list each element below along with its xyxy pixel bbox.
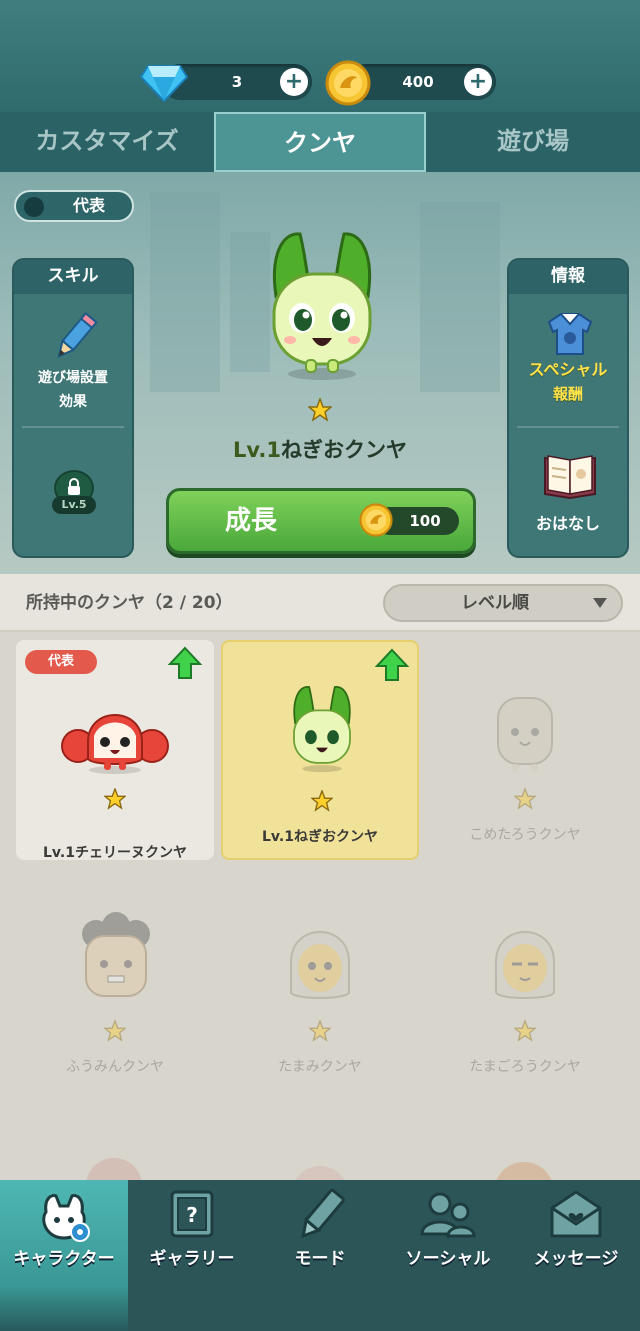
unlock-level-badge: Lv.5 xyxy=(52,496,96,514)
panel-divider xyxy=(22,426,124,428)
pencil-icon[interactable] xyxy=(52,310,98,364)
locked-skill-slot[interactable]: Lv.5 xyxy=(52,470,96,516)
storybook-icon[interactable] xyxy=(541,452,599,502)
upgrade-arrow-icon xyxy=(375,648,409,681)
toggle-knob xyxy=(24,197,44,217)
nav-mode-label: モード xyxy=(294,1249,346,1269)
nav-gallery-label: ギャラリー xyxy=(149,1249,235,1269)
fuumin-kunya-character xyxy=(82,912,150,997)
panel-divider xyxy=(517,426,619,428)
currency-bar: 3 + 400 + xyxy=(0,0,640,112)
coin-icon xyxy=(325,60,371,106)
star-icon xyxy=(514,1020,536,1042)
character-card[interactable]: Lv.1ねぎおクンヤ xyxy=(221,640,419,860)
story-label: おはなし xyxy=(535,514,600,533)
nav-character[interactable]: キャラクター xyxy=(0,1180,128,1331)
next-row-character-peek xyxy=(292,1166,348,1180)
add-gems-button[interactable]: + xyxy=(280,68,308,96)
info-panel-title: 情報 xyxy=(509,260,627,294)
character-card[interactable]: たまみクンヤ xyxy=(221,872,419,1092)
info-panel: 情報 スペシャル 報酬 おはなし xyxy=(507,258,629,558)
character-level-name: Lv.1ねぎおクンヤ xyxy=(160,434,480,464)
people-icon xyxy=(420,1192,476,1238)
next-row-character-peek xyxy=(86,1158,142,1180)
skill-panel: スキル 遊び場設置 効果 Lv.5 xyxy=(12,258,134,558)
character-card-name: Lv.1ねぎおクンヤ xyxy=(262,829,378,845)
envelope-icon xyxy=(550,1190,602,1238)
gallery-icon: ? xyxy=(170,1190,214,1238)
star-icon xyxy=(308,398,332,422)
gem-count: 3 xyxy=(231,73,243,91)
sort-label: レベル順 xyxy=(461,593,529,613)
diamond-icon xyxy=(140,65,188,102)
character-card-name: たまごろうクンヤ xyxy=(469,1059,581,1075)
tamagorou-kunya-character xyxy=(495,931,555,999)
grow-cost-value: 100 xyxy=(409,512,441,530)
negio-kunya-character xyxy=(293,686,351,773)
character-card[interactable]: 代表 Lv.1チェリーヌクンヤ xyxy=(16,640,214,861)
representative-toggle[interactable]: 代表 xyxy=(14,190,134,222)
nav-character-label: キャラクター xyxy=(13,1249,115,1269)
representative-badge: 代表 xyxy=(25,650,97,674)
cherry-kunya-character xyxy=(61,714,169,774)
star-icon xyxy=(311,790,333,812)
upgrade-arrow-icon xyxy=(168,646,202,679)
nav-social-label: ソーシャル xyxy=(405,1249,491,1269)
star-icon xyxy=(104,1020,126,1042)
bottom-navigation: キャラクター ? ギャラリー モード ソーシャル メッセージ xyxy=(0,1180,640,1331)
main-tabs: カスタマイズ クンヤ 遊び場 xyxy=(0,112,640,172)
skill-label-line2: 効果 xyxy=(59,394,87,410)
skill-panel-title: スキル xyxy=(14,260,132,294)
character-card-name: こめたろうクンヤ xyxy=(469,827,581,843)
owned-count-label: 所持中のクンヤ（2 / 20） xyxy=(26,593,233,613)
star-icon xyxy=(309,1020,331,1042)
character-level: Lv.1 xyxy=(233,438,281,462)
special-reward-icon[interactable] xyxy=(543,310,597,356)
pencil-icon xyxy=(301,1188,345,1239)
tamami-kunya-character xyxy=(290,931,350,999)
character-name: ねぎおクンヤ xyxy=(280,438,407,462)
character-icon xyxy=(42,1194,90,1242)
character-grid: 代表 Lv.1チェリーヌクンヤ Lv.1ねぎおクンヤ こめたろうクンヤ ふうみん… xyxy=(0,632,640,1180)
special-reward-line1: スペシャル xyxy=(528,360,608,379)
coin-icon xyxy=(359,503,393,537)
tab-kunya[interactable]: クンヤ xyxy=(214,112,426,172)
next-row-character-peek xyxy=(494,1162,554,1180)
nav-social[interactable]: ソーシャル xyxy=(384,1180,512,1331)
star-icon xyxy=(104,788,126,810)
character-stage: 代表 スキル 遊び場設置 効果 Lv.5 情報 スペシャル 報酬 おはなし Lv… xyxy=(0,172,640,574)
add-coins-button[interactable]: + xyxy=(464,68,492,96)
character-card[interactable]: ふうみんクンヤ xyxy=(16,872,214,1092)
kometarou-kunya-character xyxy=(497,697,553,772)
grow-label: 成長 xyxy=(225,506,278,536)
sort-dropdown[interactable]: レベル順 xyxy=(383,584,623,622)
character-card[interactable]: たまごろうクンヤ xyxy=(426,872,624,1092)
nav-mode[interactable]: モード xyxy=(256,1180,384,1331)
negio-kunya-character[interactable] xyxy=(262,226,382,386)
representative-label: 代表 xyxy=(72,196,105,215)
special-reward-line2: 報酬 xyxy=(552,385,583,403)
coin-count: 400 xyxy=(402,73,434,91)
star-icon xyxy=(514,788,536,810)
background-building xyxy=(420,202,500,392)
grow-button[interactable]: 成長 100 xyxy=(166,488,476,554)
nav-message[interactable]: メッセージ xyxy=(512,1180,640,1331)
character-card[interactable]: こめたろうクンヤ xyxy=(426,640,624,860)
nav-gallery[interactable]: ? ギャラリー xyxy=(128,1180,256,1331)
skill-label-line1: 遊び場設置 xyxy=(38,370,108,386)
background-building xyxy=(150,192,220,392)
svg-text:?: ? xyxy=(186,1203,198,1227)
tab-playground[interactable]: 遊び場 xyxy=(426,112,640,172)
collection-header: 所持中のクンヤ（2 / 20） レベル順 xyxy=(0,574,640,632)
character-card-name: ふうみんクンヤ xyxy=(66,1059,164,1075)
chevron-down-icon xyxy=(593,598,607,608)
nav-message-label: メッセージ xyxy=(533,1249,619,1269)
character-card-name: たまみクンヤ xyxy=(278,1059,362,1075)
tab-customize[interactable]: カスタマイズ xyxy=(0,112,214,172)
